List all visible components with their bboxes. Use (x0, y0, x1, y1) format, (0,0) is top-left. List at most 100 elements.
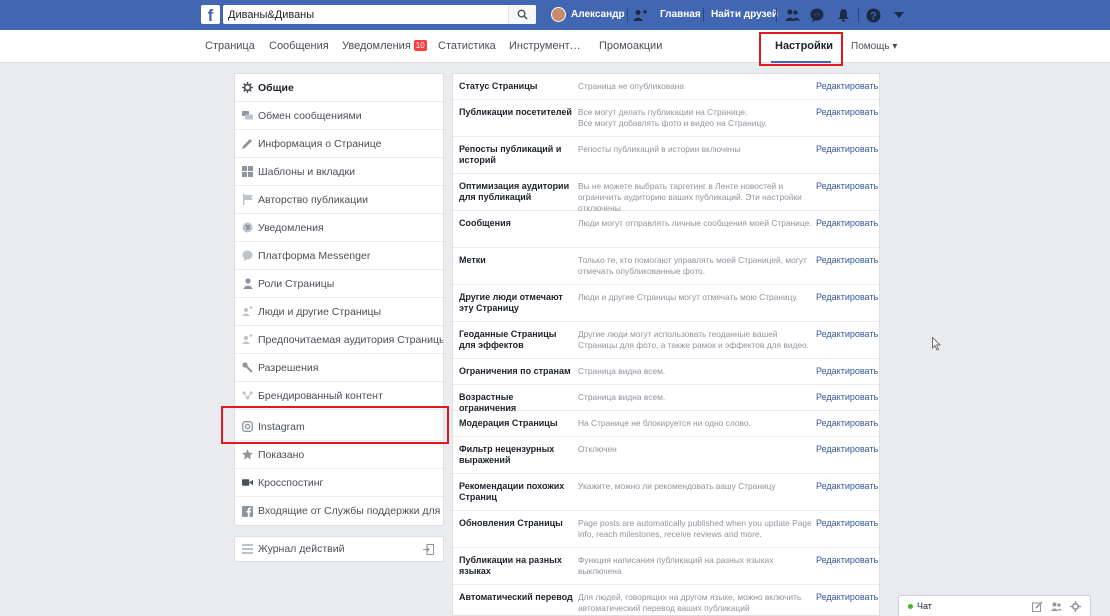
facebook-logo-icon[interactable]: f (201, 5, 220, 25)
setting-description: Страница видна всем. (578, 392, 666, 402)
sidebar-item-preferred-audience[interactable]: Предпочитаемая аудитория Страницы (235, 326, 444, 354)
edit-link[interactable]: Редактировать (816, 81, 878, 91)
sidebar-item-label: Брендированный контент (258, 389, 383, 402)
sidebar-item-label: Шаблоны и вкладки (258, 165, 355, 178)
search-box (223, 5, 536, 24)
setting-name: Обновления Страницы (459, 518, 563, 528)
compose-icon[interactable] (1032, 601, 1043, 612)
sidebar-item-page-info[interactable]: Информация о Странице (235, 130, 443, 158)
help-dropdown[interactable]: Помощь ▾ (851, 41, 897, 52)
sidebar-item-post-attribution[interactable]: Авторство публикации (235, 186, 443, 214)
flag-icon (242, 194, 253, 205)
account-menu-icon[interactable] (891, 7, 907, 23)
sidebar-item-permissions[interactable]: Разрешения (235, 354, 443, 382)
sidebar-item-page-roles[interactable]: Роли Страницы (235, 270, 443, 298)
edit-link[interactable]: Редактировать (816, 144, 878, 154)
table-row: Возрастные ограничения Страница видна вс… (453, 385, 879, 413)
home-link[interactable]: Главная (660, 9, 701, 20)
avatar[interactable] (551, 7, 566, 22)
edit-link[interactable]: Редактировать (816, 218, 878, 228)
sidebar-item-label: Разрешения (258, 361, 319, 374)
page-nav: Страница Сообщения Уведомления 10 Статист… (0, 30, 1110, 66)
top-bar: f Александр Главная Найти друзей ? (0, 0, 1110, 30)
messenger-icon[interactable] (809, 7, 825, 23)
new-group-icon[interactable] (1051, 601, 1062, 612)
gear-icon[interactable] (1070, 601, 1081, 612)
sidebar-item-general[interactable]: Общие (235, 74, 443, 102)
tab-page[interactable]: Страница (205, 40, 255, 52)
search-input[interactable] (223, 5, 503, 24)
tab-promotions[interactable]: Промоакции (599, 40, 662, 52)
setting-name: Оптимизация аудитории для публикаций (459, 181, 570, 202)
edit-link[interactable]: Редактировать (816, 444, 878, 454)
sidebar-item-crossposting[interactable]: Кросспостинг (235, 469, 443, 497)
chat-icon (242, 110, 253, 121)
edit-link[interactable]: Редактировать (816, 392, 878, 402)
tab-notifications[interactable]: Уведомления 10 (342, 40, 427, 52)
friend-requests-icon[interactable] (784, 7, 800, 23)
person-icon (242, 278, 253, 289)
tab-insights[interactable]: Статистика (438, 40, 496, 52)
setting-description: Страница видна всем. (578, 366, 666, 376)
sidebar-item-people-and-pages[interactable]: Люди и другие Страницы (235, 298, 443, 326)
video-icon (242, 477, 253, 488)
table-row: Метки Только те, кто помогают управлять … (453, 248, 879, 285)
sidebar-item-messenger-platform[interactable]: Платформа Messenger (235, 242, 443, 270)
edit-link[interactable]: Редактировать (816, 255, 878, 265)
sidebar-item-support-inbox[interactable]: Входящие от Службы поддержки для Стр (235, 497, 443, 525)
sidebar-item-label: Показано (258, 448, 305, 461)
tab-messages[interactable]: Сообщения (269, 40, 329, 52)
sidebar-item-templates[interactable]: Шаблоны и вкладки (235, 158, 443, 186)
setting-name: Метки (459, 255, 486, 265)
divider (627, 8, 628, 22)
chat-bar[interactable]: Чат (898, 595, 1091, 616)
search-icon (517, 9, 528, 20)
setting-description: Люди и другие Страницы могут отмечать мо… (578, 292, 799, 302)
edit-link[interactable]: Редактировать (816, 592, 878, 602)
sidebar-item-label: Предпочитаемая аудитория Страницы (258, 333, 444, 346)
edit-link[interactable]: Редактировать (816, 181, 878, 191)
sidebar-item-notifications[interactable]: Уведомления (235, 214, 443, 242)
branded-icon (242, 390, 253, 401)
find-friends-link[interactable]: Найти друзей (711, 9, 778, 20)
setting-description: Люди могут отправлять личные сообщения м… (578, 218, 812, 228)
tab-settings[interactable]: Настройки (775, 40, 833, 52)
globe-icon (242, 222, 253, 233)
edit-link[interactable]: Редактировать (816, 107, 878, 117)
exit-icon[interactable] (423, 544, 434, 558)
edit-link[interactable]: Редактировать (816, 366, 878, 376)
mouse-cursor-icon (932, 337, 941, 351)
table-row: Статус Страницы Страница не опубликована… (453, 74, 879, 100)
setting-description: Другие люди могут использовать геоданные… (578, 329, 809, 350)
edit-link[interactable]: Редактировать (816, 292, 878, 302)
messenger-icon (242, 250, 253, 261)
search-button[interactable] (508, 5, 536, 24)
tab-tools[interactable]: Инструмент… (509, 40, 581, 52)
setting-description: Укажите, можно ли рекомендовать вашу Стр… (578, 481, 776, 491)
online-status-dot (908, 604, 913, 609)
help-icon[interactable]: ? (865, 7, 881, 23)
sidebar-item-activity-log[interactable]: Журнал действий (234, 536, 444, 562)
sidebar-item-label: Обмен сообщениями (258, 109, 362, 122)
setting-name: Геоданные Страницы для эффектов (459, 329, 557, 350)
setting-name: Другие люди отмечают эту Страницу (459, 292, 563, 313)
setting-name: Ограничения по странам (459, 366, 571, 376)
table-row: Оптимизация аудитории для публикаций Вы … (453, 174, 879, 213)
sidebar-item-featured[interactable]: Показано (235, 441, 443, 469)
edit-link[interactable]: Редактировать (816, 418, 878, 428)
setting-name: Сообщения (459, 218, 511, 228)
edit-link[interactable]: Редактировать (816, 518, 878, 528)
setting-name: Фильтр нецензурных выражений (459, 444, 555, 465)
profile-link[interactable]: Александр (571, 9, 625, 20)
create-page-icon[interactable] (632, 7, 648, 23)
setting-description: Страница не опубликована (578, 81, 685, 91)
chat-label: Чат (917, 601, 932, 611)
sidebar-item-messaging[interactable]: Обмен сообщениями (235, 102, 443, 130)
edit-link[interactable]: Редактировать (816, 555, 878, 565)
notifications-bell-icon[interactable] (835, 7, 851, 23)
edit-link[interactable]: Редактировать (816, 481, 878, 491)
sidebar-item-label: Платформа Messenger (258, 249, 371, 262)
divider (858, 8, 859, 22)
setting-description: Page posts are automatically published w… (578, 518, 812, 539)
edit-link[interactable]: Редактировать (816, 329, 878, 339)
